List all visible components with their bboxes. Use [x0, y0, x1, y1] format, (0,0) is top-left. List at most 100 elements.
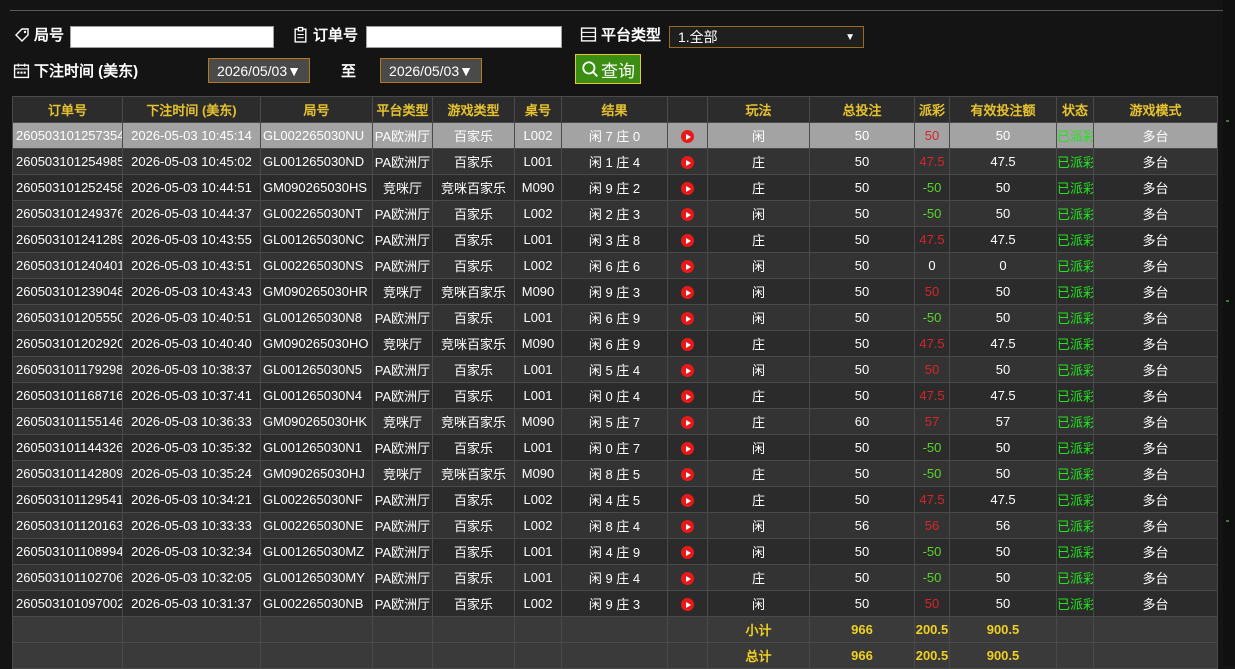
round-id-cell: GL002265030NB: [260, 590, 373, 617]
table-row[interactable]: 260503101155146 2026-05-03 10:36:33 GM0902…: [12, 408, 1218, 435]
table-row[interactable]: 260503101252458 2026-05-03 10:44:51 GM0902…: [12, 174, 1218, 201]
game-mode-cell: 多台: [1093, 460, 1218, 487]
game-mode-cell: 多台: [1093, 174, 1218, 201]
table-row[interactable]: 260503101257354 2026-05-03 10:45:14 GL0022…: [12, 122, 1218, 149]
play-video-icon[interactable]: [681, 130, 694, 144]
play-video-icon[interactable]: [681, 494, 694, 508]
query-button[interactable]: 查询: [575, 54, 641, 84]
valid-bet-cell: 50: [949, 174, 1057, 201]
play-video-icon[interactable]: [681, 208, 694, 222]
valid-bet-cell: 50: [949, 304, 1057, 331]
query-button-label: 查询: [601, 61, 635, 81]
total-empty-cell: [12, 642, 123, 669]
play-button-cell[interactable]: [667, 304, 708, 331]
table-row[interactable]: 260503101108994 2026-05-03 10:32:34 GL0012…: [12, 538, 1218, 565]
play-video-icon[interactable]: [681, 468, 694, 482]
bet-time-cell: 2026-05-03 10:45:14: [122, 122, 261, 149]
play-button-cell[interactable]: [667, 356, 708, 383]
play-video-icon[interactable]: [681, 312, 694, 326]
table-row[interactable]: 260503101144326 2026-05-03 10:35:32 GL0012…: [12, 434, 1218, 461]
table-row[interactable]: 260503101168716 2026-05-03 10:37:41 GL0012…: [12, 382, 1218, 409]
order-input[interactable]: [366, 26, 562, 48]
play-button-cell[interactable]: [667, 564, 708, 591]
play-button-cell[interactable]: [667, 330, 708, 357]
total-empty-cell: [561, 642, 668, 669]
table-id-cell: M090: [514, 174, 562, 201]
play-video-icon[interactable]: [681, 598, 694, 612]
right-edge-strip: [1223, 0, 1235, 666]
play-video-icon[interactable]: [681, 338, 694, 352]
total-bet-cell: 50: [809, 304, 915, 331]
bet-time-cell: 2026-05-03 10:40:51: [122, 304, 261, 331]
platform-type-cell: 竞咪厅: [372, 330, 433, 357]
play-button-cell[interactable]: [667, 434, 708, 461]
play-video-icon[interactable]: [681, 260, 694, 274]
play-button-cell[interactable]: [667, 538, 708, 565]
time-filter-label: 下注时间 (美东): [13, 60, 138, 81]
result-cell: 闲 6 庄 6: [561, 252, 668, 279]
play-video-icon[interactable]: [681, 156, 694, 170]
play-button-cell[interactable]: [667, 590, 708, 617]
result-cell: 闲 2 庄 3: [561, 200, 668, 227]
date-from-picker[interactable]: 2026/05/03▼: [208, 58, 310, 83]
order-id-cell: 260503101254985: [12, 148, 123, 175]
search-icon: [582, 61, 598, 77]
play-button-cell[interactable]: [667, 486, 708, 513]
bet-type-cell: 闲: [707, 512, 810, 539]
play-video-icon[interactable]: [681, 286, 694, 300]
table-id-cell: L002: [514, 122, 562, 149]
round-id-cell: GL002265030NE: [260, 512, 373, 539]
result-cell: 闲 7 庄 0: [561, 122, 668, 149]
play-button-cell[interactable]: [667, 148, 708, 175]
play-button-cell[interactable]: [667, 174, 708, 201]
round-input[interactable]: [70, 26, 274, 48]
bet-type-cell: 庄: [707, 148, 810, 175]
game-type-cell: 百家乐: [432, 356, 515, 383]
play-button-cell[interactable]: [667, 252, 708, 279]
table-row[interactable]: 260503101205550 2026-05-03 10:40:51 GL0012…: [12, 304, 1218, 331]
result-cell: 闲 6 庄 9: [561, 330, 668, 357]
date-to-picker[interactable]: 2026/05/03▼: [380, 58, 482, 83]
play-button-cell[interactable]: [667, 512, 708, 539]
column-header: 桌号: [514, 96, 562, 123]
table-id-cell: L001: [514, 148, 562, 175]
play-button-cell[interactable]: [667, 200, 708, 227]
play-video-icon[interactable]: [681, 416, 694, 430]
play-video-icon[interactable]: [681, 572, 694, 586]
play-video-icon[interactable]: [681, 546, 694, 560]
table-row[interactable]: 260503101239048 2026-05-03 10:43:43 GM0902…: [12, 278, 1218, 305]
play-video-icon[interactable]: [681, 182, 694, 196]
total-valid-bet: 900.5: [949, 642, 1057, 669]
table-row[interactable]: 260503101129541 2026-05-03 10:34:21 GL0022…: [12, 486, 1218, 513]
table-row[interactable]: 260503101202920 2026-05-03 10:40:40 GM0902…: [12, 330, 1218, 357]
platform-select[interactable]: 1.全部 ▼: [669, 26, 864, 48]
play-button-cell[interactable]: [667, 408, 708, 435]
table-row[interactable]: 260503101102706 2026-05-03 10:32:05 GL0012…: [12, 564, 1218, 591]
table-id-cell: M090: [514, 460, 562, 487]
play-video-icon[interactable]: [681, 390, 694, 404]
table-row[interactable]: 260503101179298 2026-05-03 10:38:37 GL0012…: [12, 356, 1218, 383]
table-row[interactable]: 260503101241289 2026-05-03 10:43:55 GL0012…: [12, 226, 1218, 253]
valid-bet-cell: 0: [949, 252, 1057, 279]
table-row[interactable]: 260503101120163 2026-05-03 10:33:33 GL0022…: [12, 512, 1218, 539]
bet-time-cell: 2026-05-03 10:32:05: [122, 564, 261, 591]
table-row[interactable]: 260503101249376 2026-05-03 10:44:37 GL0022…: [12, 200, 1218, 227]
table-id-cell: L001: [514, 538, 562, 565]
column-header: 平台类型: [372, 96, 433, 123]
play-button-cell[interactable]: [667, 278, 708, 305]
play-video-icon[interactable]: [681, 520, 694, 534]
play-button-cell[interactable]: [667, 226, 708, 253]
play-video-icon[interactable]: [681, 442, 694, 456]
play-button-cell[interactable]: [667, 460, 708, 487]
play-button-cell[interactable]: [667, 382, 708, 409]
table-row[interactable]: 260503101254985 2026-05-03 10:45:02 GL0012…: [12, 148, 1218, 175]
play-video-icon[interactable]: [681, 364, 694, 378]
payout-cell: -50: [914, 200, 950, 227]
play-video-icon[interactable]: [681, 234, 694, 248]
table-row[interactable]: 260503101097002 2026-05-03 10:31:37 GL0022…: [12, 590, 1218, 617]
table-row[interactable]: 260503101142809 2026-05-03 10:35:24 GM0902…: [12, 460, 1218, 487]
game-type-cell: 百家乐: [432, 252, 515, 279]
play-button-cell[interactable]: [667, 122, 708, 149]
valid-bet-cell: 47.5: [949, 486, 1057, 513]
table-row[interactable]: 260503101240401 2026-05-03 10:43:51 GL0022…: [12, 252, 1218, 279]
